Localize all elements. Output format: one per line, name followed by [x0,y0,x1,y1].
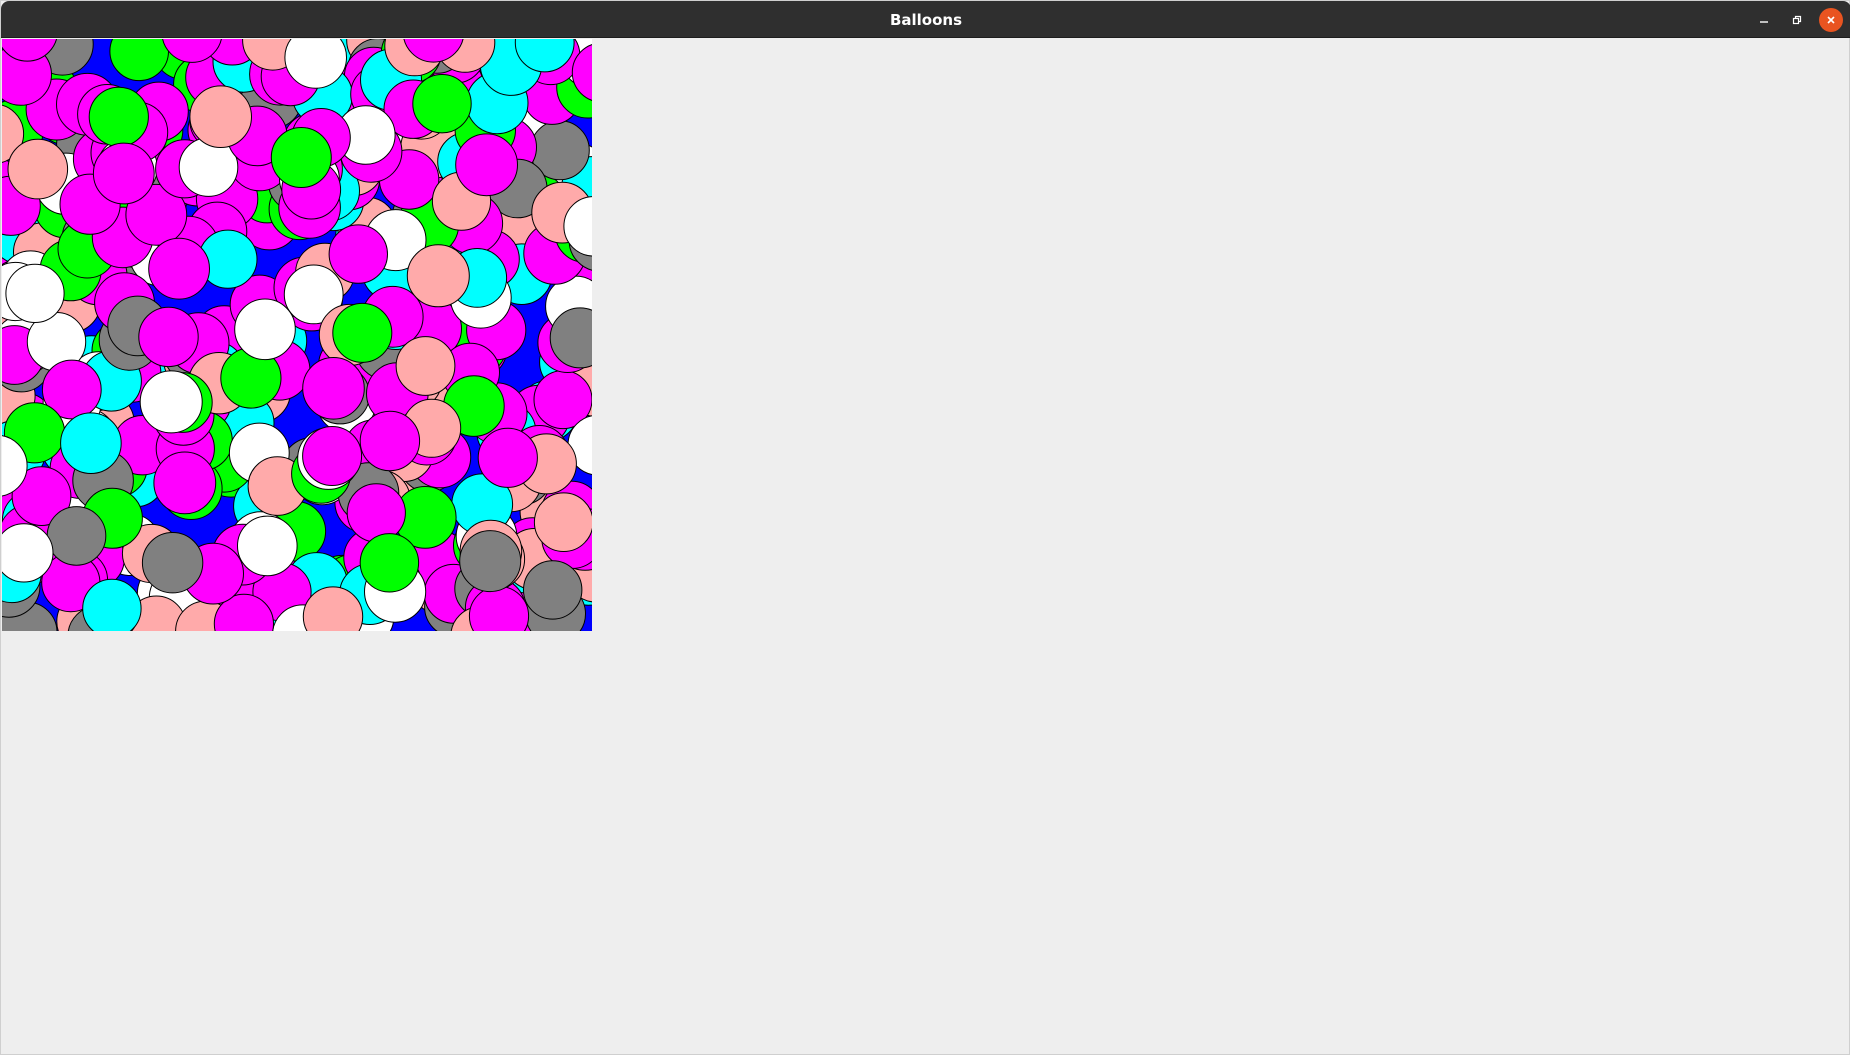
balloon-green [412,73,472,134]
balloon-gray [523,560,583,620]
balloon-gray [459,530,522,593]
balloon-magenta [138,306,199,368]
balloon-white [139,370,203,434]
balloon-green [109,39,169,82]
balloon-pink [7,138,69,200]
close-icon [1827,16,1835,24]
title-bar[interactable]: Balloons [1,1,1850,38]
balloon-magenta [92,142,155,205]
balloon-green [332,302,393,363]
restore-icon [1792,15,1802,25]
balloon-white [2,523,54,583]
balloon-pink [533,492,592,552]
balloon-cyan [60,412,122,475]
balloon-magenta [346,483,406,543]
balloon-magenta [302,357,365,420]
balloon-magenta [153,451,217,515]
balloon-magenta [148,237,211,300]
balloon-green [270,127,332,188]
balloon-white [5,263,65,323]
minimize-icon [1760,21,1768,23]
close-button[interactable] [1819,8,1843,32]
balloon-gray [141,532,204,594]
balloon-white [234,298,296,361]
minimize-button[interactable] [1752,8,1776,32]
window-title: Balloons [889,11,963,29]
balloon-white [236,515,298,577]
balloon-green [88,86,149,147]
balloon-drawing [2,39,592,631]
balloon-gray [46,506,107,566]
balloon-magenta [328,224,388,284]
app-window: Balloons [0,0,1850,1055]
balloon-green [359,533,420,593]
balloon-canvas[interactable] [2,39,592,631]
balloon-magenta [455,133,519,197]
balloon-pink [395,336,456,396]
balloon-magenta [359,410,421,472]
balloon-magenta [302,426,363,486]
balloon-pink [189,85,252,148]
restore-button[interactable] [1785,8,1809,32]
balloon-pink [406,244,470,308]
balloon-magenta [477,427,538,488]
balloon-cyan [82,578,142,631]
